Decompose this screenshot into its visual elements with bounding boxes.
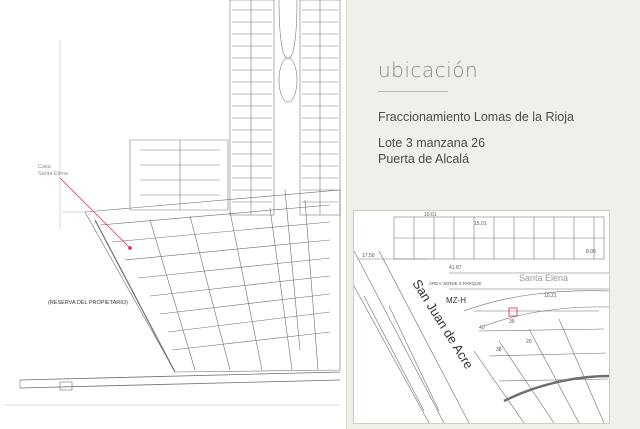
detail-streets xyxy=(354,250,609,423)
block-label: MZ-H xyxy=(446,296,466,305)
casa-label-2: Santa Elena xyxy=(38,171,69,177)
lot-number: 10.01 xyxy=(424,212,437,218)
lot-number: 17.50 xyxy=(362,253,375,259)
detail-map: San Juan de Acre Santa Elena MZ-H AREA V… xyxy=(354,212,609,423)
site-plan-panel: Casa Santa Elena (RESERVA DEL PROPIETARI… xyxy=(0,0,347,429)
subdivision-name: Fraccionamiento Lomas de la Rioja xyxy=(378,110,574,124)
lot-number: 41.87 xyxy=(449,265,462,271)
lot-number: 20 xyxy=(526,339,532,345)
detail-map-panel: San Juan de Acre Santa Elena MZ-H AREA V… xyxy=(353,210,610,424)
reserve-label: (RESERVA DEL PROPIETARIO) xyxy=(48,300,128,306)
lot-number: 10.21 xyxy=(544,293,557,299)
casa-pointer-line xyxy=(59,177,131,249)
street-main-label: San Juan de Acre xyxy=(409,277,476,372)
hatching xyxy=(5,40,340,406)
lot-number: 8.00 xyxy=(586,249,596,255)
lower-blocks xyxy=(19,189,341,391)
casa-marker xyxy=(128,246,132,250)
lot-number: 40 xyxy=(479,325,485,331)
upper-blocks xyxy=(129,0,341,216)
lot-highlight xyxy=(508,307,518,317)
street-secondary-label: Santa Elena xyxy=(519,273,568,283)
casa-label-1: Casa xyxy=(38,164,52,170)
lot-info: Lote 3 manzana 26 xyxy=(378,136,486,150)
lot-number: 38 xyxy=(496,347,502,353)
section-heading: ubicación xyxy=(378,58,479,82)
green-area-label: AREA VERDE 6 PARQUE xyxy=(429,281,481,286)
lot-number: 15.01 xyxy=(474,221,487,227)
heading-divider xyxy=(378,91,448,92)
site-plan-map: Casa Santa Elena (RESERVA DEL PROPIETARI… xyxy=(5,0,341,406)
street-name: Puerta de Alcalá xyxy=(378,152,470,166)
lot-number: 39 xyxy=(509,319,515,325)
